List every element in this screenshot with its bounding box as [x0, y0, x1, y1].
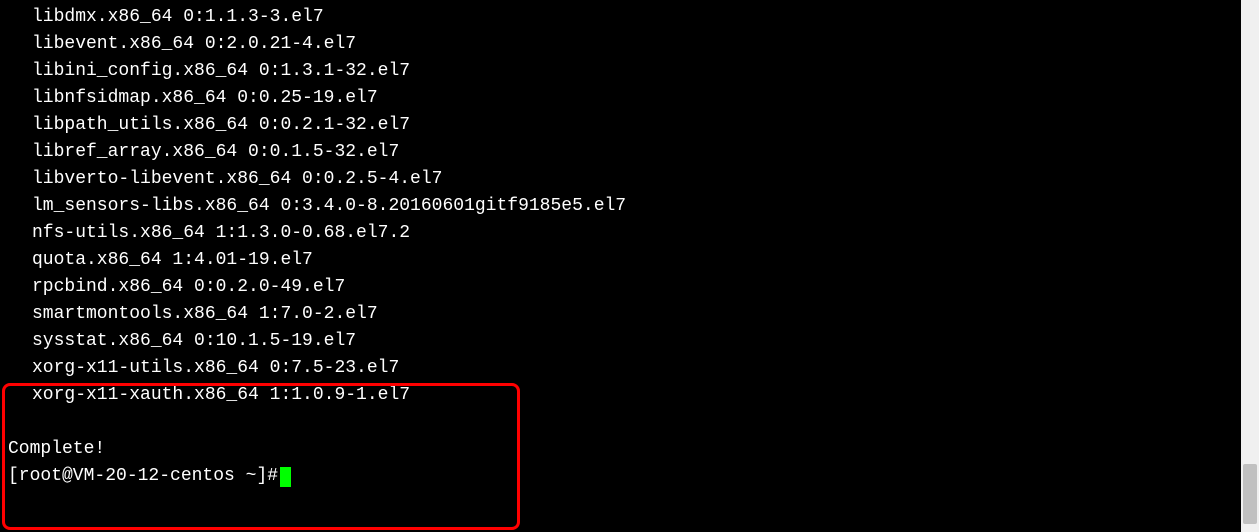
scrollbar-thumb[interactable] — [1243, 464, 1257, 524]
package-line: sysstat.x86_64 0:10.1.5-19.el7 — [8, 328, 1259, 355]
prompt-text: [root@VM-20-12-centos ~]# — [8, 463, 278, 490]
package-line: libpath_utils.x86_64 0:0.2.1-32.el7 — [8, 112, 1259, 139]
package-line: smartmontools.x86_64 1:7.0-2.el7 — [8, 301, 1259, 328]
cursor — [280, 467, 291, 487]
package-line: libref_array.x86_64 0:0.1.5-32.el7 — [8, 139, 1259, 166]
package-line: libini_config.x86_64 0:1.3.1-32.el7 — [8, 58, 1259, 85]
complete-message: Complete! — [8, 436, 1259, 463]
scrollbar[interactable] — [1241, 0, 1259, 532]
package-line: xorg-x11-utils.x86_64 0:7.5-23.el7 — [8, 355, 1259, 382]
package-line: lm_sensors-libs.x86_64 0:3.4.0-8.2016060… — [8, 193, 1259, 220]
package-line: nfs-utils.x86_64 1:1.3.0-0.68.el7.2 — [8, 220, 1259, 247]
package-line: rpcbind.x86_64 0:0.2.0-49.el7 — [8, 274, 1259, 301]
terminal-output: libdmx.x86_64 0:1.1.3-3.el7 libevent.x86… — [8, 4, 1259, 490]
blank-line — [8, 409, 1259, 436]
package-line: libdmx.x86_64 0:1.1.3-3.el7 — [8, 4, 1259, 31]
package-line: libevent.x86_64 0:2.0.21-4.el7 — [8, 31, 1259, 58]
shell-prompt[interactable]: [root@VM-20-12-centos ~]# — [8, 463, 1259, 490]
package-line: quota.x86_64 1:4.01-19.el7 — [8, 247, 1259, 274]
package-line: xorg-x11-xauth.x86_64 1:1.0.9-1.el7 — [8, 382, 1259, 409]
package-line: libnfsidmap.x86_64 0:0.25-19.el7 — [8, 85, 1259, 112]
package-line: libverto-libevent.x86_64 0:0.2.5-4.el7 — [8, 166, 1259, 193]
